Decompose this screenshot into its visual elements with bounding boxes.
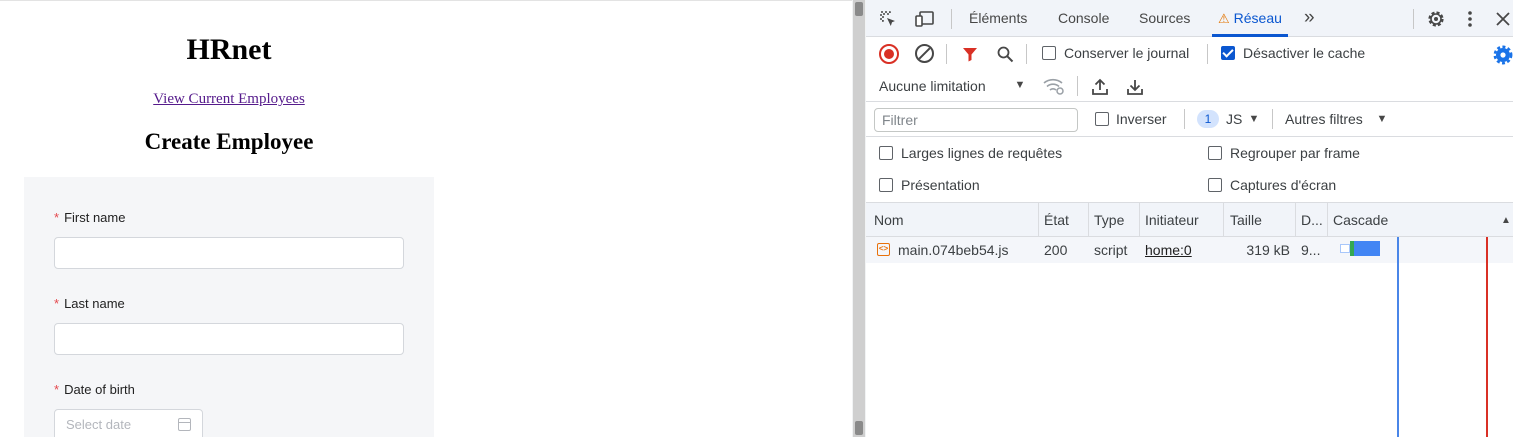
form-title: Create Employee bbox=[144, 129, 314, 154]
throttling-select[interactable]: Aucune limitation bbox=[879, 78, 986, 94]
calendar-icon bbox=[178, 418, 191, 431]
network-settings-gear-icon[interactable] bbox=[1492, 44, 1513, 65]
tabbar-divider bbox=[951, 9, 952, 29]
network-options: Larges lignes de requêtes Regrouper par … bbox=[866, 137, 1513, 203]
filter-count-badge: 1 bbox=[1197, 110, 1219, 128]
resource-type-dropdown-icon[interactable]: ▼ bbox=[1248, 112, 1260, 126]
last-name-input[interactable] bbox=[54, 323, 404, 355]
sort-ascending-icon[interactable]: ▲ bbox=[1500, 213, 1512, 227]
first-name-label-text: First name bbox=[64, 210, 126, 225]
dob-placeholder: Select date bbox=[66, 417, 132, 432]
disable-cache-label: Désactiver le cache bbox=[1243, 45, 1366, 61]
col-name[interactable]: Nom bbox=[874, 212, 904, 228]
more-filters-select[interactable]: Autres filtres bbox=[1285, 111, 1363, 127]
waterfall-ttfb-bar bbox=[1350, 241, 1354, 256]
app-page: HRnet View Current Employees Create Empl… bbox=[0, 0, 852, 437]
dob-label: * Date of birth bbox=[54, 382, 135, 397]
required-mark: * bbox=[54, 382, 60, 397]
device-toolbar-icon[interactable] bbox=[914, 9, 936, 29]
last-name-label-text: Last name bbox=[64, 296, 125, 311]
record-stop-icon[interactable] bbox=[879, 44, 899, 64]
filter-divider bbox=[1272, 109, 1273, 129]
requests-table-body: <> main.074beb54.js 200 script home:0 31… bbox=[866, 237, 1513, 437]
more-filters-dropdown-icon[interactable]: ▼ bbox=[1376, 112, 1388, 126]
toolbar-divider bbox=[946, 44, 947, 64]
big-rows-label: Larges lignes de requêtes bbox=[901, 145, 1063, 161]
throttling-dropdown-icon[interactable]: ▼ bbox=[1014, 78, 1026, 92]
import-har-upload-icon[interactable] bbox=[1090, 76, 1110, 96]
col-waterfall[interactable]: Cascade bbox=[1333, 212, 1388, 228]
panel-splitter[interactable] bbox=[852, 0, 866, 437]
disable-cache-checkbox[interactable] bbox=[1221, 46, 1235, 60]
first-name-label: * First name bbox=[54, 210, 125, 225]
overview-checkbox[interactable] bbox=[879, 178, 893, 192]
preserve-log-label: Conserver le journal bbox=[1064, 45, 1190, 61]
create-employee-form: * First name * Last name * Date of birth Se… bbox=[24, 177, 434, 437]
app-title: HRnet bbox=[186, 33, 272, 66]
first-name-input[interactable] bbox=[54, 237, 404, 269]
filter-divider bbox=[1184, 109, 1185, 129]
tab-console[interactable]: Console bbox=[1058, 10, 1109, 26]
kebab-menu-icon[interactable] bbox=[1462, 8, 1478, 30]
screenshots-checkbox[interactable] bbox=[1208, 178, 1222, 192]
last-name-label: * Last name bbox=[54, 296, 125, 311]
inspect-element-icon[interactable] bbox=[878, 9, 898, 29]
table-row[interactable]: <> main.074beb54.js 200 script home:0 31… bbox=[866, 237, 1513, 263]
network-toolbar-2: Aucune limitation ▼ bbox=[866, 70, 1513, 102]
dom-content-loaded-marker bbox=[1397, 237, 1399, 437]
invert-checkbox[interactable] bbox=[1095, 112, 1109, 126]
request-size: 319 kB bbox=[1246, 242, 1290, 258]
settings-gear-icon[interactable] bbox=[1425, 8, 1447, 30]
export-har-download-icon[interactable] bbox=[1125, 76, 1145, 96]
resource-type-select[interactable]: JS bbox=[1226, 111, 1242, 127]
invert-label: Inverser bbox=[1116, 111, 1167, 127]
view-employees-link[interactable]: View Current Employees bbox=[0, 91, 458, 108]
network-conditions-wifi-icon[interactable] bbox=[1043, 76, 1065, 96]
devtools-panel: Éléments Console Sources ⚠ Réseau » Cons… bbox=[866, 0, 1513, 437]
toolbar-divider bbox=[1026, 44, 1027, 64]
toolbar-divider bbox=[1077, 76, 1078, 96]
col-size[interactable]: Taille bbox=[1230, 212, 1262, 228]
devtools-tabbar: Éléments Console Sources ⚠ Réseau » bbox=[866, 0, 1513, 37]
dob-datepicker[interactable]: Select date bbox=[54, 409, 203, 437]
required-mark: * bbox=[54, 296, 60, 311]
toolbar-divider bbox=[1207, 44, 1208, 64]
more-tabs-icon[interactable]: » bbox=[1304, 7, 1315, 29]
col-status[interactable]: État bbox=[1044, 212, 1069, 228]
dob-label-text: Date of birth bbox=[64, 382, 135, 397]
waterfall-queue-bar bbox=[1340, 244, 1350, 253]
group-by-frame-label: Regrouper par frame bbox=[1230, 145, 1360, 161]
overview-label: Présentation bbox=[901, 177, 980, 193]
col-time[interactable]: D... bbox=[1301, 212, 1323, 228]
tab-network-label: Réseau bbox=[1233, 10, 1282, 26]
big-rows-checkbox[interactable] bbox=[879, 146, 893, 160]
required-mark: * bbox=[54, 210, 60, 225]
tab-elements[interactable]: Éléments bbox=[969, 10, 1027, 26]
tab-sources[interactable]: Sources bbox=[1139, 10, 1190, 26]
filter-funnel-icon[interactable] bbox=[960, 44, 980, 64]
page-scrollbar[interactable] bbox=[853, 0, 865, 437]
preserve-log-checkbox[interactable] bbox=[1042, 46, 1056, 60]
tabbar-divider bbox=[1413, 9, 1414, 29]
filter-input[interactable] bbox=[874, 108, 1078, 132]
clear-icon[interactable] bbox=[915, 44, 934, 63]
col-type[interactable]: Type bbox=[1094, 212, 1124, 228]
close-icon[interactable] bbox=[1493, 8, 1513, 30]
tab-network[interactable]: ⚠ Réseau bbox=[1218, 10, 1282, 27]
requests-table-header: Nom État Type Initiateur Taille D... Cas… bbox=[866, 203, 1513, 237]
col-initiator[interactable]: Initiateur bbox=[1145, 212, 1199, 228]
waterfall-download-bar bbox=[1350, 241, 1380, 256]
filter-bar: Inverser 1 JS ▼ Autres filtres ▼ bbox=[866, 102, 1513, 137]
network-toolbar: Conserver le journal Désactiver le cache bbox=[866, 37, 1513, 70]
search-icon[interactable] bbox=[995, 44, 1015, 64]
request-time: 9... bbox=[1301, 242, 1321, 258]
group-by-frame-checkbox[interactable] bbox=[1208, 146, 1222, 160]
warning-icon: ⚠ bbox=[1218, 11, 1230, 26]
screenshots-label: Captures d'écran bbox=[1230, 177, 1337, 193]
load-event-marker bbox=[1486, 237, 1488, 437]
